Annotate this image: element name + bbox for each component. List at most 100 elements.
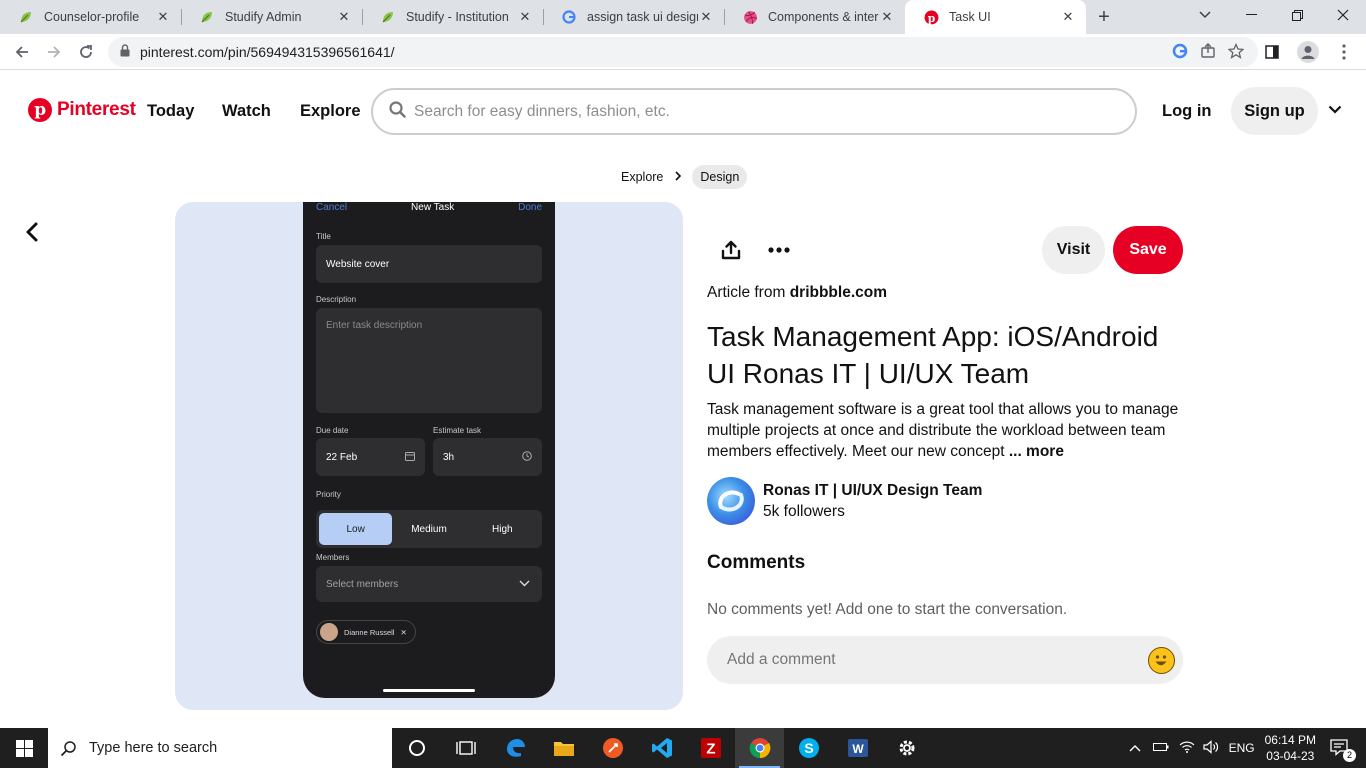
pinterest-header: p Pinterest Today Watch Explore Search f… — [0, 71, 1366, 153]
windows-taskbar: Type here to search Z S W ENG 06:14 PM 0… — [0, 728, 1366, 768]
forward-nav-icon[interactable] — [38, 36, 70, 68]
google-translate-icon[interactable] — [1172, 43, 1188, 62]
file-explorer-icon[interactable] — [539, 728, 588, 768]
side-panel-icon[interactable] — [1256, 36, 1288, 68]
filezilla-icon[interactable]: Z — [686, 728, 735, 768]
tab-search-icon[interactable] — [1190, 0, 1220, 30]
leaf-icon — [380, 9, 396, 25]
window-close-icon[interactable] — [1320, 0, 1366, 30]
address-bar[interactable]: pinterest.com/pin/569494315396561641/ — [108, 37, 1258, 67]
window-controls — [1228, 0, 1366, 34]
close-icon[interactable]: ✕ — [517, 9, 533, 25]
more-link[interactable]: ... more — [1009, 443, 1064, 460]
settings-gear-icon[interactable] — [882, 728, 931, 768]
url-text: pinterest.com/pin/569494315396561641/ — [140, 44, 395, 60]
windows-start-icon[interactable] — [0, 728, 48, 768]
browser-tab[interactable]: Components & interac ✕ — [724, 0, 905, 34]
tab-title: Components & interac — [768, 10, 879, 24]
nav-today[interactable]: Today — [147, 102, 194, 121]
chevron-down-icon[interactable] — [1328, 101, 1342, 119]
skype-icon[interactable]: S — [784, 728, 833, 768]
taskbar-search-input[interactable]: Type here to search — [48, 728, 392, 768]
svg-text:Z: Z — [706, 741, 715, 758]
close-icon[interactable]: ✕ — [698, 9, 714, 25]
close-icon[interactable]: ✕ — [336, 9, 352, 25]
creator-followers: 5k followers — [763, 503, 845, 520]
language-indicator[interactable]: ENG — [1229, 741, 1255, 755]
close-icon[interactable]: ✕ — [879, 9, 895, 25]
notification-icon[interactable]: 2 — [1330, 738, 1356, 762]
pinterest-logo[interactable]: p Pinterest — [28, 98, 136, 122]
tab-title: Studify - Institution — [406, 10, 509, 24]
source-domain-link[interactable]: dribbble.com — [790, 284, 887, 301]
back-arrow-icon[interactable] — [20, 220, 44, 244]
browser-tab[interactable]: Studify - Institution ✕ — [362, 0, 543, 34]
system-tray: ENG 06:14 PM 03-04-23 2 — [1129, 728, 1366, 768]
clock[interactable]: 06:14 PM 03-04-23 — [1265, 732, 1316, 764]
edge-icon[interactable] — [490, 728, 539, 768]
battery-icon[interactable] — [1152, 741, 1169, 755]
volume-icon[interactable] — [1203, 739, 1219, 757]
minimize-icon[interactable] — [1228, 0, 1274, 30]
clock-icon — [522, 450, 532, 464]
lock-icon[interactable] — [120, 44, 130, 60]
wifi-icon[interactable] — [1179, 741, 1195, 756]
new-tab-button[interactable]: + — [1086, 0, 1122, 34]
share-upload-icon[interactable] — [707, 226, 755, 274]
login-button[interactable]: Log in — [1162, 102, 1211, 121]
more-options-icon[interactable] — [755, 226, 803, 274]
creator-name[interactable]: Ronas IT | UI/UX Design Team — [763, 482, 982, 500]
vscode-icon[interactable] — [637, 728, 686, 768]
visit-button[interactable]: Visit — [1042, 226, 1105, 274]
nav-explore[interactable]: Explore — [300, 102, 361, 121]
browser-tab[interactable]: assign task ui design - ✕ — [543, 0, 724, 34]
tab-title: Counselor-profile — [44, 10, 140, 24]
chevron-right-icon — [675, 170, 682, 184]
creator-avatar[interactable] — [707, 477, 755, 525]
signup-button[interactable]: Sign up — [1231, 87, 1318, 135]
nav-watch[interactable]: Watch — [222, 102, 271, 121]
tab-title: Studify Admin — [225, 10, 302, 24]
browser-toolbar: pinterest.com/pin/569494315396561641/ — [0, 34, 1366, 70]
comment-input[interactable]: Add a comment — [707, 636, 1183, 684]
pin-title[interactable]: Task Management App: iOS/Android UI Rona… — [707, 318, 1187, 392]
browser-tab-active[interactable]: p Task UI ✕ — [905, 0, 1086, 34]
dribbble-icon — [742, 9, 758, 25]
pin-description: Task management software is a great tool… — [707, 401, 1179, 460]
cortana-icon[interactable] — [392, 728, 441, 768]
chevron-up-icon[interactable] — [1129, 741, 1141, 755]
word-icon[interactable]: W — [833, 728, 882, 768]
postman-icon[interactable] — [588, 728, 637, 768]
google-icon — [561, 9, 577, 25]
back-nav-icon[interactable] — [6, 36, 38, 68]
browser-menu-icon[interactable] — [1328, 36, 1360, 68]
save-button[interactable]: Save — [1113, 226, 1183, 274]
search-input[interactable]: Search for easy dinners, fashion, etc. — [371, 88, 1137, 135]
close-icon[interactable]: ✕ — [1060, 9, 1076, 25]
task-view-icon[interactable] — [441, 728, 490, 768]
phone-mockup: Cancel New Task Done Title Website cover… — [303, 202, 555, 698]
share-icon[interactable] — [1200, 42, 1216, 62]
chrome-icon[interactable] — [735, 728, 784, 768]
close-icon: ✕ — [400, 627, 407, 637]
profile-avatar-icon[interactable] — [1292, 36, 1324, 68]
notification-count: 2 — [1343, 748, 1356, 762]
article-source: Article from dribbble.com — [707, 284, 888, 301]
search-placeholder: Search for easy dinners, fashion, etc. — [414, 102, 670, 120]
breadcrumb-explore[interactable]: Explore — [621, 170, 663, 184]
close-icon[interactable]: ✕ — [155, 9, 171, 25]
browser-tab[interactable]: Studify Admin ✕ — [181, 0, 362, 34]
pinterest-icon: p — [923, 9, 939, 25]
breadcrumb: Explore Design — [621, 165, 748, 189]
tab-title: assign task ui design - — [587, 10, 698, 24]
restore-icon[interactable] — [1274, 0, 1320, 30]
comments-empty-text: No comments yet! Add one to start the co… — [707, 601, 1068, 618]
bookmark-star-icon[interactable] — [1227, 42, 1245, 62]
browser-tab[interactable]: Counselor-profile ✕ — [0, 0, 181, 34]
emoji-icon[interactable] — [1148, 647, 1175, 674]
search-icon — [389, 100, 406, 123]
calendar-icon — [405, 451, 415, 464]
reload-icon[interactable] — [70, 36, 102, 68]
pin-image[interactable]: Cancel New Task Done Title Website cover… — [175, 202, 683, 710]
breadcrumb-design[interactable]: Design — [692, 165, 748, 189]
